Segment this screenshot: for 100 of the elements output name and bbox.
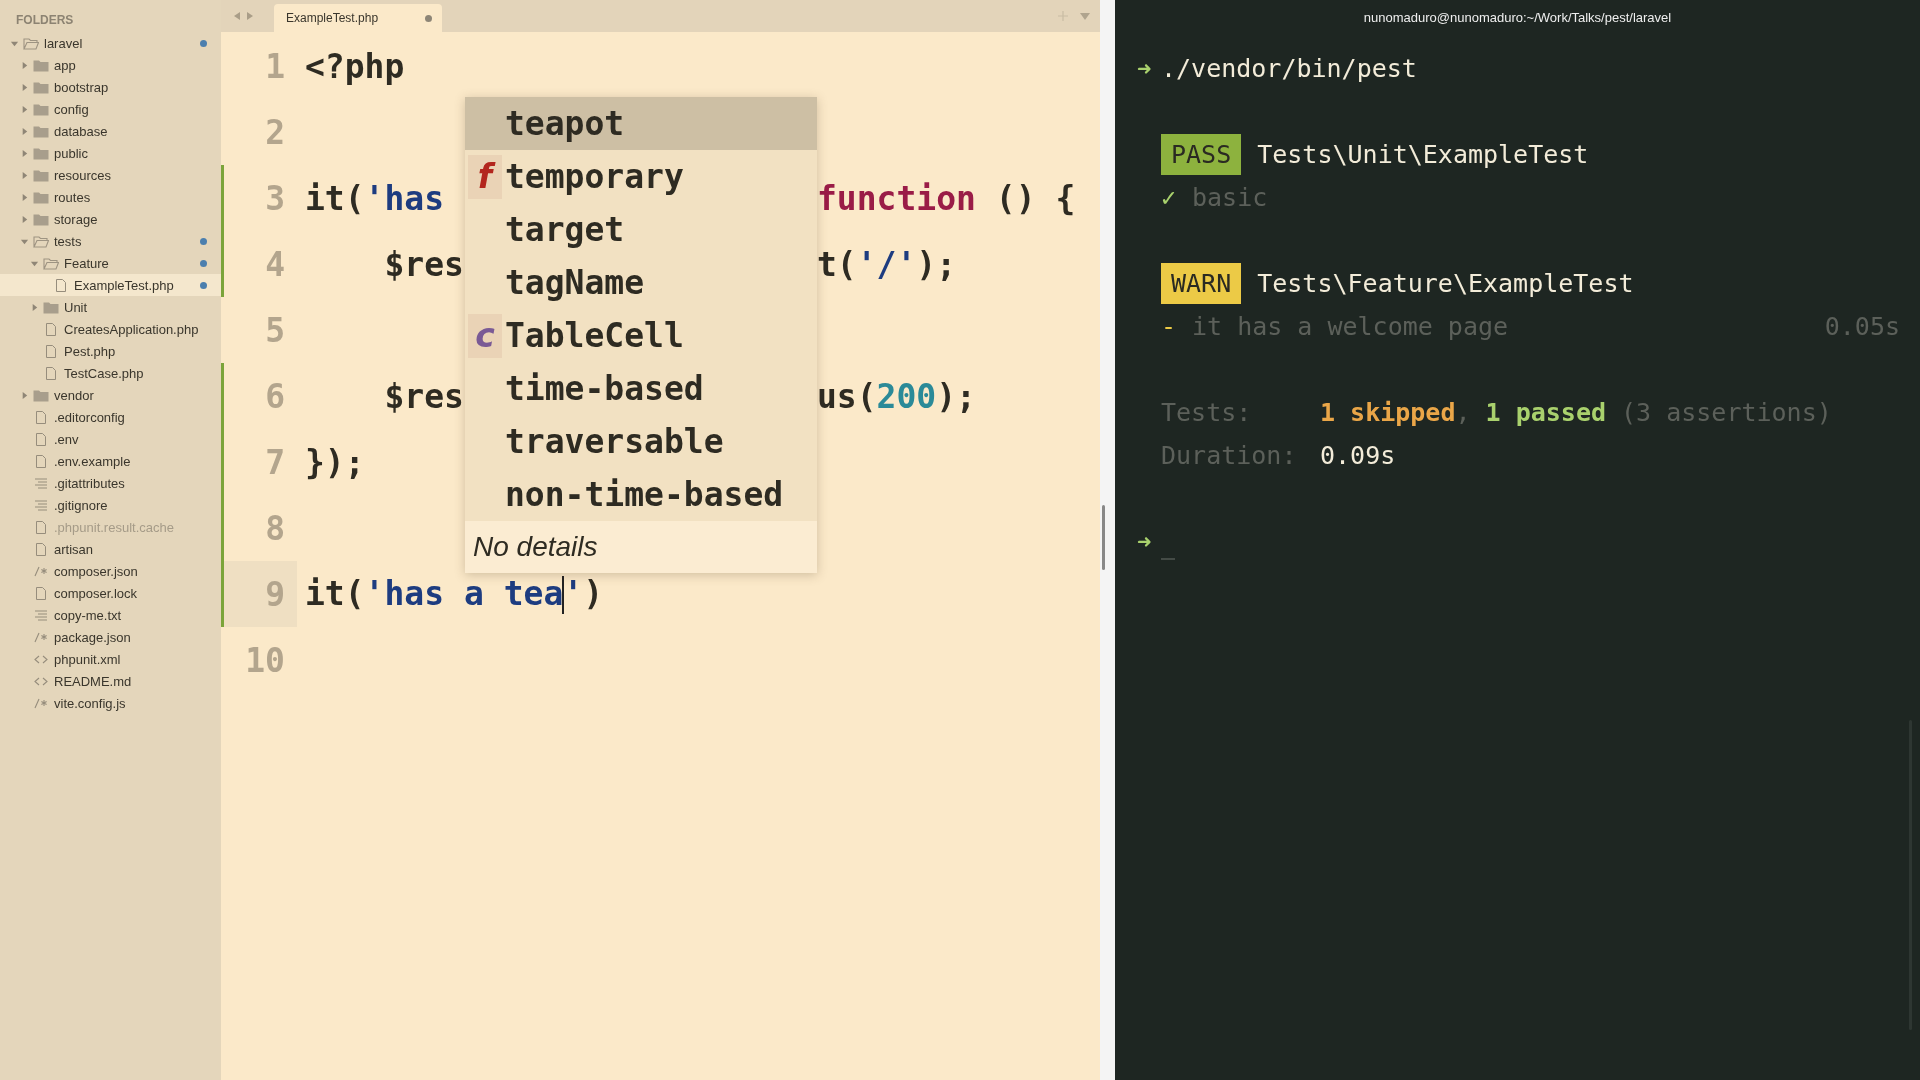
collapsed-arrow-icon[interactable] [20,82,29,92]
code-text: t('/'); [817,244,957,284]
suggestion-item[interactable]: teapot [465,97,817,150]
dropdown-arrow-icon[interactable] [1080,11,1090,21]
status-badge: PASS [1161,134,1242,175]
tree-item[interactable]: laravel [0,32,221,54]
file-icon [33,454,49,468]
code-text: <?php [305,46,405,86]
line-number: 8 [265,508,285,548]
collapsed-arrow-icon[interactable] [20,148,29,158]
summary-label: Tests: [1161,398,1253,427]
file-icon [33,410,49,424]
item-name: vite.config.js [54,695,126,711]
collapsed-arrow-icon[interactable] [20,390,29,400]
line-number: 9 [265,574,285,614]
collapsed-arrow-icon[interactable] [20,170,29,180]
tree-item[interactable]: composer.lock [0,582,221,604]
collapsed-arrow-icon[interactable] [20,192,29,202]
suggestion-item[interactable]: time-based [465,362,817,415]
item-name: .env.example [54,453,131,469]
tree-item[interactable]: public [0,142,221,164]
unsaved-dot[interactable] [425,14,432,22]
tree-item[interactable]: .gitattributes [0,472,221,494]
tree-item[interactable]: TestCase.php [0,362,221,384]
folder-icon [33,102,49,116]
tree-item[interactable]: routes [0,186,221,208]
item-name: .gitignore [54,497,108,513]
command-text: ./vendor/bin/pest [1161,54,1417,83]
file-icon [33,432,49,446]
tree-item[interactable]: ExampleTest.php [0,274,221,296]
tree-item[interactable]: copy-me.txt [0,604,221,626]
item-name: ExampleTest.php [74,277,174,293]
tree-item[interactable]: package.json [0,626,221,648]
item-name: resources [54,167,112,183]
tree-item[interactable]: .gitignore [0,494,221,516]
summary-value: 0.09s [1320,441,1396,470]
details-text: No details [465,521,817,573]
suggestion-label: target [505,210,625,249]
tree-item[interactable]: .editorconfig [0,406,221,428]
suggestion-label: TableCell [505,316,684,355]
tree-item[interactable]: .env [0,428,221,450]
tree-item[interactable]: vite.config.js [0,692,221,714]
tree-item[interactable]: phpunit.xml [0,648,221,670]
tree-item[interactable]: vendor [0,384,221,406]
test-class: Tests\Feature\ExampleTest [1257,269,1634,298]
suggestion-label: time-based [505,369,704,408]
tree-item[interactable]: tests [0,230,221,252]
collapsed-arrow-icon[interactable] [20,126,29,136]
collapsed-arrow-icon[interactable] [30,302,39,312]
suggestion-item[interactable]: c TableCell [465,309,817,362]
item-name: artisan [54,541,94,557]
tree-item[interactable]: resources [0,164,221,186]
item-name: composer.lock [54,585,138,601]
line-number: 1 [265,46,285,86]
file-icon [43,322,59,336]
line-number: 10 [245,640,285,680]
tree-item[interactable]: CreatesApplication.php [0,318,221,340]
tree-item[interactable]: artisan [0,538,221,560]
text-lines-icon [33,608,49,622]
split-handle[interactable] [1102,505,1105,570]
forward-arrow-icon[interactable] [246,11,254,21]
file-icon [33,520,49,534]
item-name: vendor [54,387,94,403]
tree-item[interactable]: README.md [0,670,221,692]
suggestion-item[interactable]: non-time-based [465,468,817,521]
suggestion-item[interactable]: traversable [465,415,817,468]
tree-item[interactable]: app [0,54,221,76]
kind-badge: c [468,313,502,358]
suggestion-item[interactable]: f temporary [465,150,817,203]
collapsed-arrow-icon[interactable] [20,60,29,70]
tree-item[interactable]: bootstrap [0,76,221,98]
terminal-title: nunomaduro@nunomaduro:~/Work/Talks/pest/laravel [1362,8,1673,27]
item-name: storage [54,211,98,227]
item-name: .env [54,431,79,447]
item-name: CreatesApplication.php [64,321,199,337]
tab-title: ExampleTest.php [286,11,379,25]
collapsed-arrow-icon[interactable] [20,104,29,114]
folder-icon [43,256,59,270]
tree-item[interactable]: storage [0,208,221,230]
test-name: it has a welcome page [1192,312,1509,341]
tree-item[interactable]: Feature [0,252,221,274]
code-text: it('has [305,178,446,218]
suggestion-item[interactable]: tagName [465,256,817,309]
line-number: 2 [265,112,285,152]
folder-icon [33,58,49,72]
back-arrow-icon[interactable] [233,11,241,21]
tree-item[interactable]: database [0,120,221,142]
item-name: laravel [44,35,83,51]
line-number: 3 [265,178,285,218]
tree-item[interactable]: Unit [0,296,221,318]
tree-item[interactable]: .env.example [0,450,221,472]
tree-item[interactable]: config [0,98,221,120]
folder-icon [33,80,49,94]
editor-tab[interactable]: ExampleTest.php [274,4,442,32]
collapsed-arrow-icon[interactable] [20,214,29,224]
tree-item[interactable]: Pest.php [0,340,221,362]
tree-item[interactable]: composer.json [0,560,221,582]
code-text: us(200); [817,376,976,416]
suggestion-item[interactable]: target [465,203,817,256]
item-name: database [54,123,108,139]
